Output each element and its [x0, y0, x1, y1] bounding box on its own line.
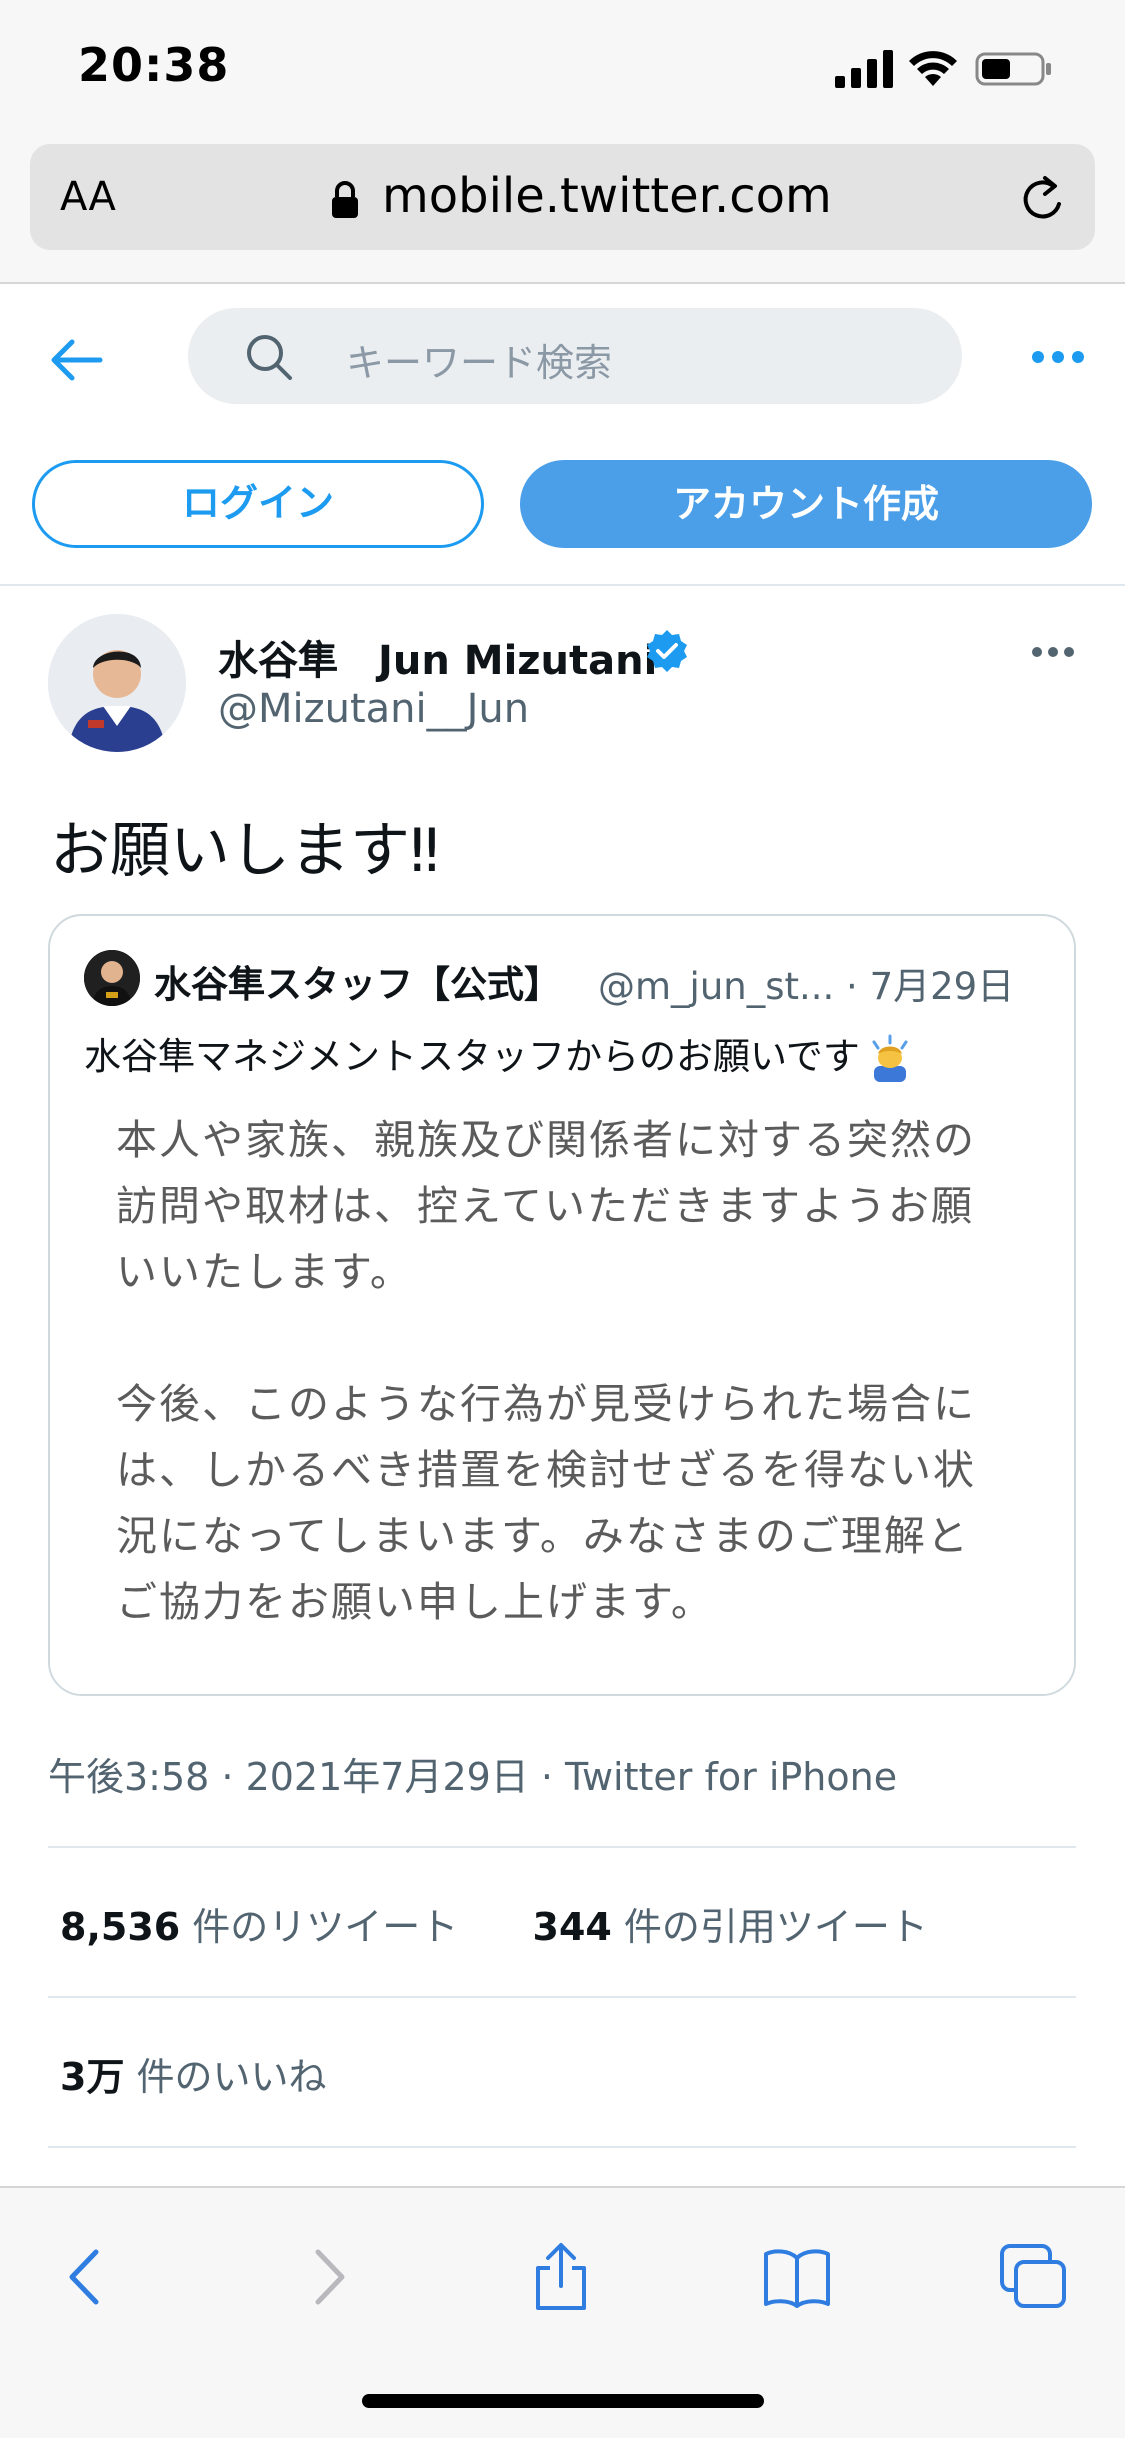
quoted-tweet[interactable]: 水谷隼スタッフ【公式】 @m_jun_st... · 7月29日 水谷隼マネジメ…	[48, 914, 1076, 1696]
divider	[48, 2146, 1076, 2148]
reload-icon[interactable]	[1017, 174, 1069, 226]
browser-top-bar: AA mobile.twitter.com	[0, 140, 1125, 284]
quoted-text: 水谷隼マネジメントスタッフからのお願いです	[84, 1026, 914, 1084]
author-name[interactable]: 水谷隼 Jun Mizutani	[218, 628, 657, 686]
quoted-avatar-image	[84, 950, 140, 1006]
quoted-avatar	[84, 950, 140, 1006]
search-icon	[247, 335, 292, 380]
likes-stats: 3万 件のいいね	[60, 2046, 327, 2101]
quoted-handle-date: @m_jun_st... · 7月29日	[598, 965, 1015, 1008]
cellular-signal-icon	[835, 50, 893, 88]
tweet-meta: 午後3:58 · 2021年7月29日 · Twitter for iPhone	[48, 1755, 898, 1799]
quoted-image-notice[interactable]: 本人や家族、親族及び関係者に対する突然の 訪問や取材は、控えていただきますようお…	[50, 1106, 1074, 1694]
address-bar[interactable]: AA mobile.twitter.com	[30, 144, 1095, 250]
twitter-header: キーワード検索 ログイン アカウント作成	[0, 284, 1125, 586]
signup-button[interactable]: アカウント作成	[520, 460, 1092, 548]
notice-line: 況になってしまいます。みなさまのご理解と	[116, 1512, 970, 1560]
divider	[48, 1996, 1076, 1998]
divider	[48, 1846, 1076, 1848]
login-button[interactable]: ログイン	[32, 460, 484, 548]
avatar-image	[48, 614, 186, 752]
status-time: 20:38	[78, 38, 230, 92]
notice-line: いいたします。	[116, 1248, 413, 1296]
verified-badge-icon	[647, 630, 687, 672]
notice-line: 本人や家族、親族及び関係者に対する突然の	[116, 1116, 976, 1164]
wifi-icon	[909, 51, 957, 86]
quoted-text-content: 水谷隼マネジメントスタッフからのお願いです	[84, 1035, 860, 1078]
arrow-left-icon[interactable]	[48, 336, 104, 384]
retweets-count[interactable]: 8,536	[60, 1905, 180, 1949]
more-horizontal-icon[interactable]	[1031, 646, 1075, 658]
notice-line: 訪問や取材は、控えていただきますようお願	[116, 1182, 974, 1230]
chevron-left-icon[interactable]	[52, 2242, 122, 2312]
battery-icon	[975, 52, 1051, 86]
url-text: mobile.twitter.com	[382, 168, 832, 224]
avatar[interactable]	[48, 614, 186, 752]
bookmarks-icon[interactable]	[762, 2242, 832, 2312]
share-icon[interactable]	[526, 2242, 596, 2312]
retweet-quote-stats: 8,536 件のリツイート 344 件の引用ツイート	[60, 1896, 928, 1951]
person-bowing-emoji-icon	[872, 1034, 908, 1082]
text-size-label: AA	[60, 174, 116, 220]
notice-line: ご協力をお願い申し上げます。	[116, 1578, 714, 1626]
more-horizontal-icon[interactable]	[1031, 350, 1085, 364]
search-input[interactable]: キーワード検索	[188, 308, 962, 404]
status-bar: 20:38	[0, 0, 1125, 140]
quotes-count[interactable]: 344	[533, 1905, 612, 1949]
notice-line: は、しかるべき措置を検討せざるを得ない状	[116, 1446, 976, 1494]
retweets-label[interactable]: 件のリツイート	[192, 1905, 458, 1949]
lock-icon	[332, 181, 358, 218]
home-indicator[interactable]	[362, 2394, 764, 2408]
author-handle[interactable]: @Mizutani__Jun	[218, 686, 529, 732]
notice-line: 今後、このような行為が見受けられた場合に	[116, 1380, 976, 1428]
chevron-right-icon[interactable]	[292, 2242, 362, 2312]
likes-count[interactable]: 3万	[60, 2055, 124, 2099]
tweet-text: お願いします‼︎	[50, 816, 440, 886]
quoted-author-name: 水谷隼スタッフ【公式】	[154, 963, 561, 1006]
text-size-button[interactable]: AA	[60, 174, 116, 220]
likes-label[interactable]: 件のいいね	[137, 2055, 327, 2099]
tabs-icon[interactable]	[998, 2242, 1068, 2312]
search-placeholder: キーワード検索	[346, 341, 613, 385]
quotes-label[interactable]: 件の引用ツイート	[624, 1905, 928, 1949]
